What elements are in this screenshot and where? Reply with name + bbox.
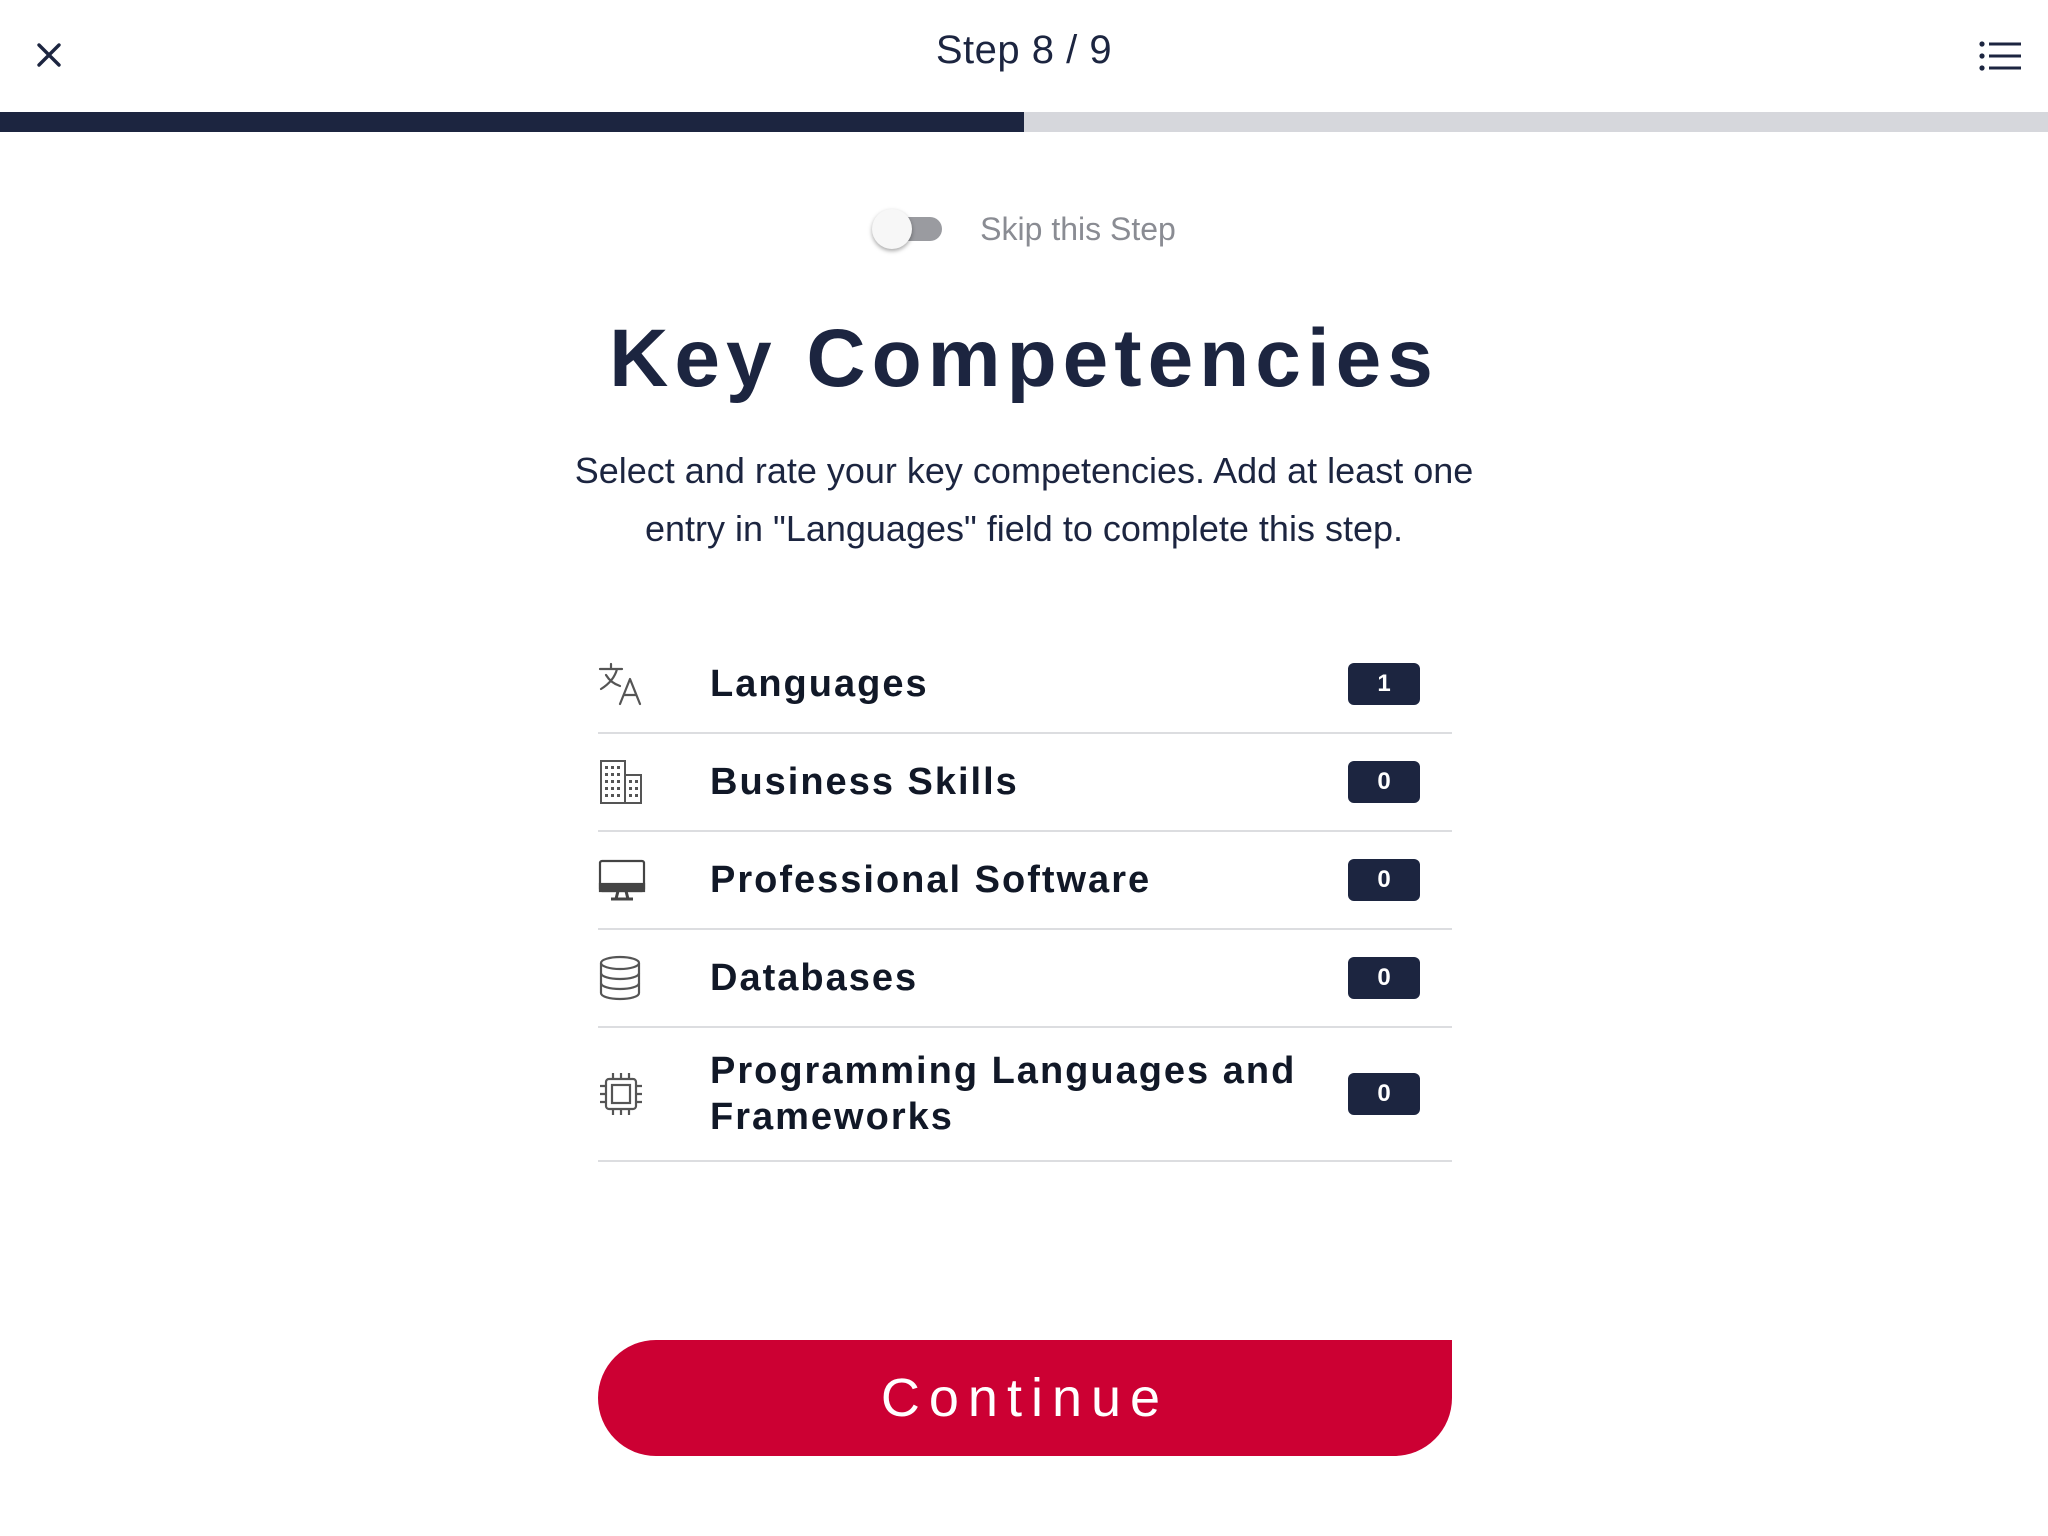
competency-row-programming-languages[interactable]: Programming Languages and Frameworks 0: [598, 1028, 1452, 1162]
page-title: Key Competencies: [609, 313, 1439, 404]
competency-count-badge: 0: [1348, 1073, 1420, 1115]
continue-button[interactable]: Continue: [598, 1340, 1452, 1456]
competency-label: Languages: [710, 663, 929, 705]
competency-count-badge: 0: [1348, 761, 1420, 803]
progress-bar-fill: [0, 112, 1024, 132]
toggle-knob: [872, 209, 913, 249]
top-bar: Step 8 / 9: [0, 0, 2048, 112]
competency-list: Languages 1 Business Skills 0 Profession…: [598, 636, 1452, 1162]
list-menu-icon: [1979, 41, 2021, 71]
step-indicator: Step 8 / 9: [935, 28, 1113, 72]
competency-count-badge: 1: [1348, 663, 1420, 705]
competency-row-business-skills[interactable]: Business Skills 0: [598, 734, 1452, 832]
progress-bar: [0, 112, 2048, 132]
translate-icon: [598, 654, 710, 714]
skip-step-row: Skip this Step: [0, 205, 2048, 253]
steps-menu-button[interactable]: [1978, 36, 2022, 76]
competency-label: Programming Languages and Frameworks: [710, 1050, 1297, 1138]
competency-label: Business Skills: [710, 761, 1019, 803]
chip-icon: [598, 1064, 710, 1124]
competency-row-databases[interactable]: Databases 0: [598, 930, 1452, 1028]
skip-step-toggle[interactable]: [872, 207, 948, 251]
monitor-icon: [598, 850, 710, 910]
building-icon: [598, 752, 710, 812]
competency-label: Databases: [710, 957, 919, 999]
skip-step-label: Skip this Step: [980, 210, 1176, 247]
competency-label: Professional Software: [710, 859, 1152, 901]
database-icon: [598, 948, 710, 1008]
competency-row-languages[interactable]: Languages 1: [598, 636, 1452, 734]
competency-count-badge: 0: [1348, 859, 1420, 901]
competency-row-professional-software[interactable]: Professional Software 0: [598, 832, 1452, 930]
competency-count-badge: 0: [1348, 957, 1420, 999]
page-description: Select and rate your key competencies. A…: [574, 450, 1474, 549]
